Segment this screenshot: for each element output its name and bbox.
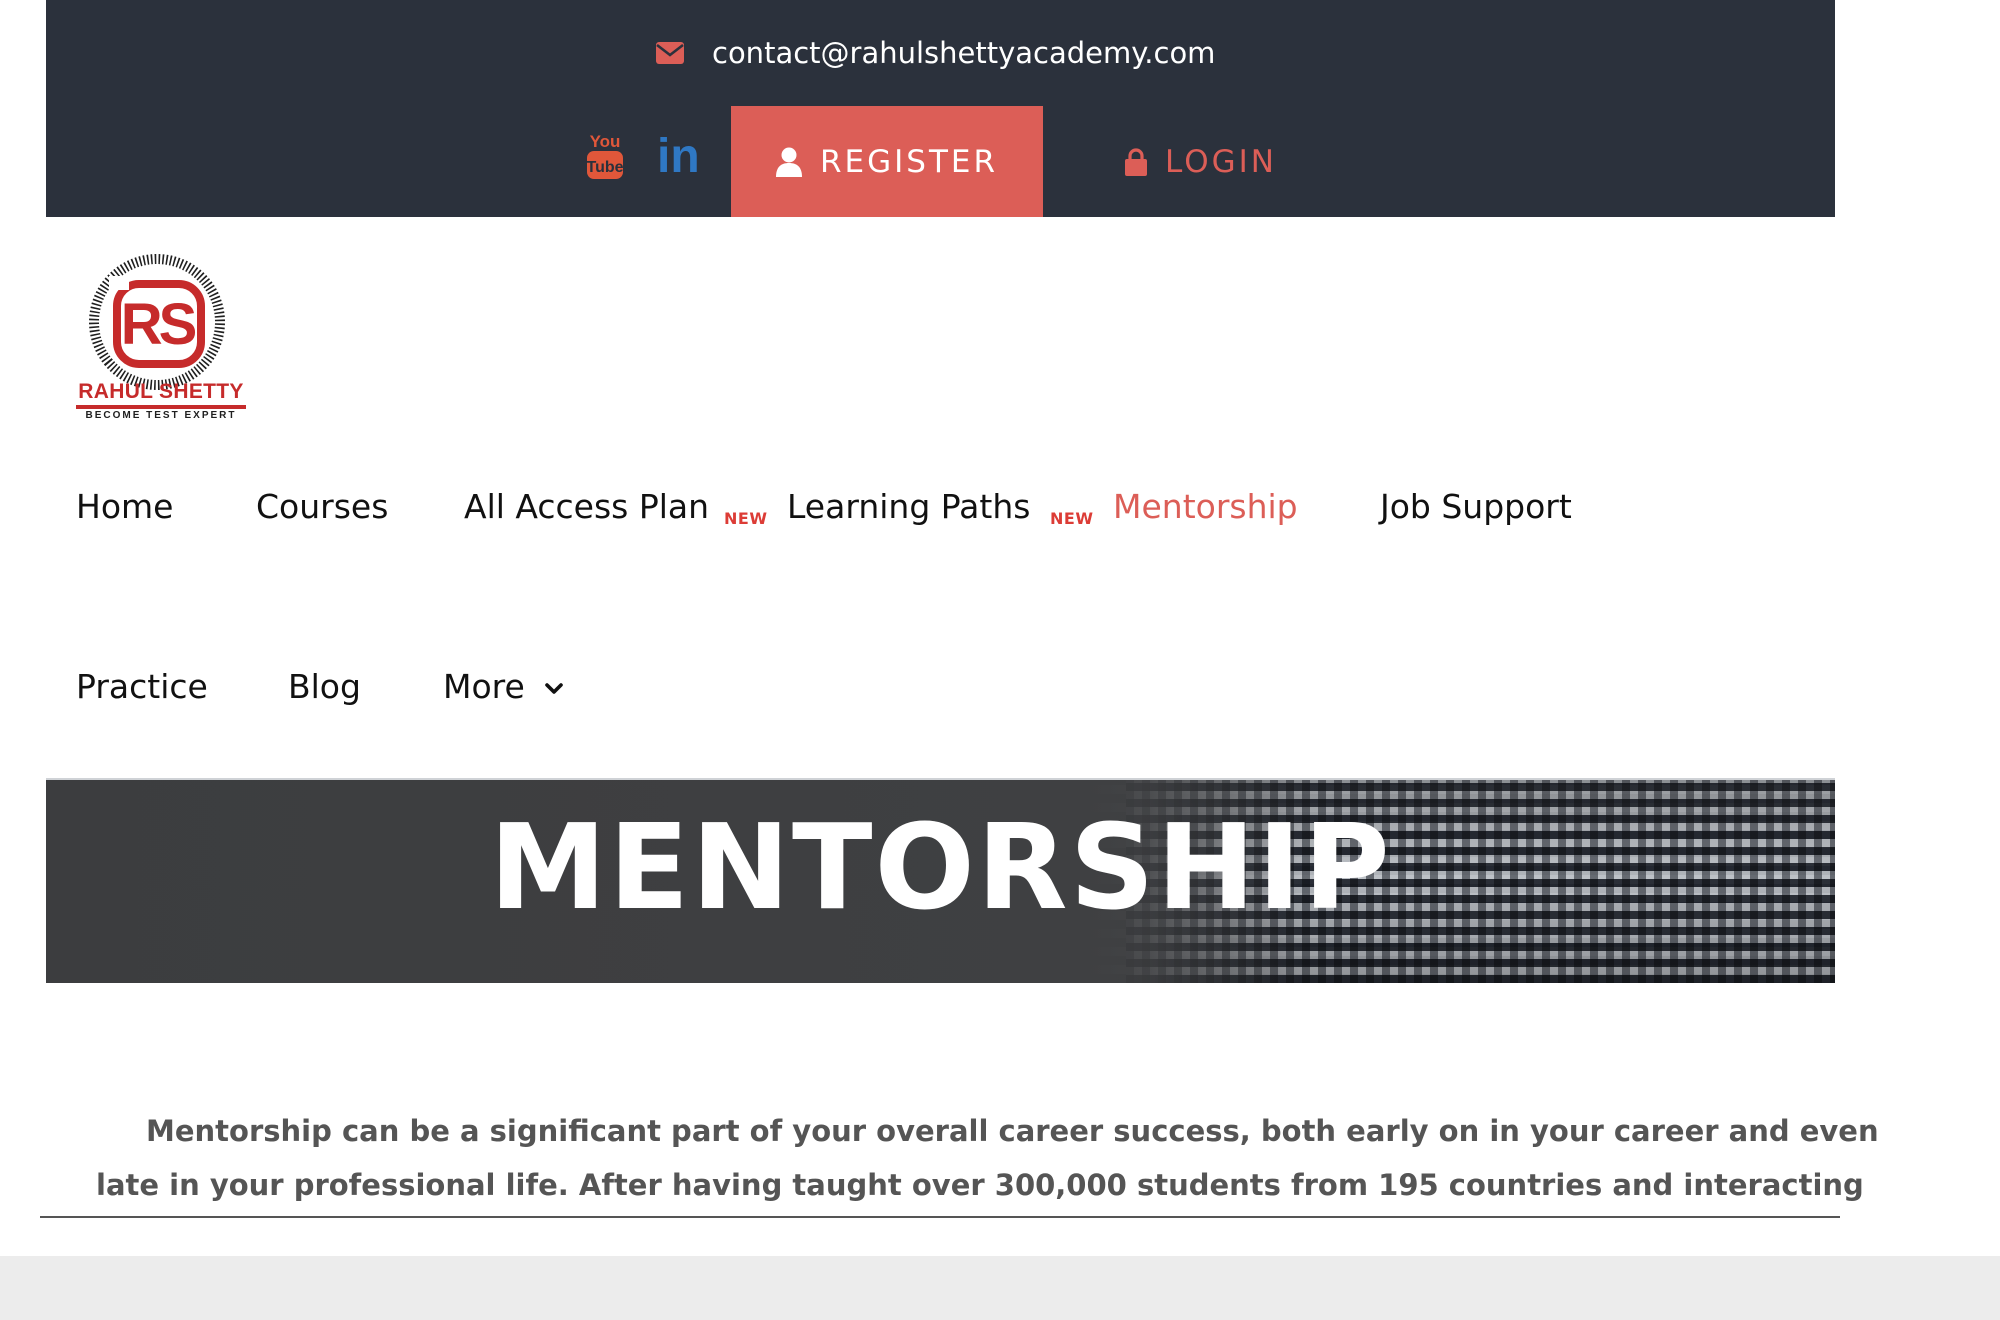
- nav-practice[interactable]: Practice: [76, 667, 208, 707]
- intro-line-2: late in your professional life. After ha…: [96, 1168, 1864, 1202]
- new-badge: NEW: [1050, 509, 1094, 528]
- page: contact@rahulshettyacademy.com You Tube …: [0, 0, 2000, 1320]
- register-button[interactable]: REGISTER: [731, 106, 1043, 217]
- nav-job-support[interactable]: Job Support: [1380, 487, 1572, 527]
- new-badge: NEW: [724, 509, 768, 528]
- lock-icon: [1125, 147, 1148, 176]
- footer-strip: [0, 1256, 2000, 1320]
- svg-text:Tube: Tube: [586, 159, 623, 176]
- logo-tagline: BECOME TEST EXPERT: [85, 410, 237, 421]
- nav-home[interactable]: Home: [76, 487, 173, 527]
- nav-more[interactable]: More: [443, 667, 525, 707]
- register-label: REGISTER: [819, 143, 999, 180]
- hero-banner: MENTORSHIP: [46, 778, 1835, 983]
- envelope-icon: [656, 42, 684, 64]
- nav-learning-paths[interactable]: Learning Paths: [787, 487, 1030, 527]
- contact-email-link[interactable]: contact@rahulshettyacademy.com: [656, 28, 1215, 78]
- logo-brand: RAHUL SHETTY: [78, 380, 244, 403]
- top-bar: contact@rahulshettyacademy.com You Tube …: [46, 0, 1835, 217]
- login-label: LOGIN: [1165, 143, 1277, 180]
- svg-text:RS: RS: [121, 292, 196, 357]
- logo-wordmark: RAHUL SHETTY BECOME TEST EXPERT: [76, 380, 246, 422]
- nav-blog[interactable]: Blog: [288, 667, 361, 707]
- nav-all-access-plan[interactable]: All Access Plan: [464, 487, 709, 527]
- content-divider: [40, 1216, 1840, 1218]
- svg-text:You: You: [590, 132, 621, 151]
- login-button[interactable]: LOGIN: [1096, 106, 1306, 217]
- svg-text:in: in: [657, 134, 700, 176]
- user-icon: [775, 147, 802, 177]
- contact-email-text: contact@rahulshettyacademy.com: [712, 36, 1216, 70]
- nav-mentorship[interactable]: Mentorship: [1113, 487, 1298, 527]
- intro-line-1: Mentorship can be a significant part of …: [146, 1114, 1879, 1148]
- nav-courses[interactable]: Courses: [256, 487, 388, 527]
- chevron-down-icon[interactable]: [544, 682, 564, 696]
- youtube-icon[interactable]: You Tube: [586, 130, 624, 180]
- hero-title: MENTORSHIP: [489, 797, 1392, 936]
- intro-paragraph: Mentorship can be a significant part of …: [96, 1104, 1879, 1212]
- logo-rule: [76, 405, 246, 409]
- linkedin-icon[interactable]: in: [657, 134, 701, 176]
